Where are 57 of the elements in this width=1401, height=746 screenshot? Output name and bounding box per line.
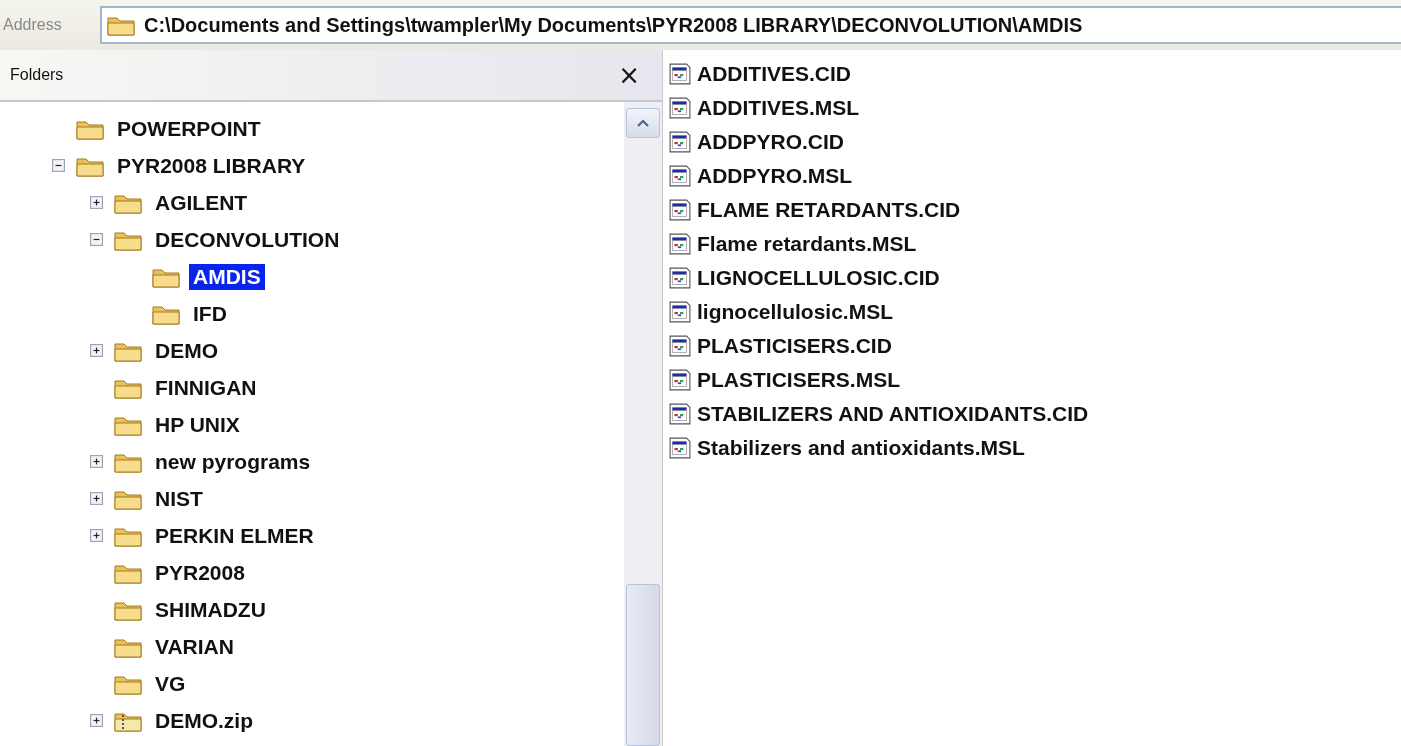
folder-item[interactable]: FINNIGAN bbox=[151, 374, 261, 401]
address-label: Address bbox=[2, 16, 63, 34]
chevron-up-icon bbox=[637, 119, 649, 127]
file-icon bbox=[669, 233, 691, 255]
expand-icon[interactable] bbox=[90, 714, 103, 727]
expand-icon[interactable] bbox=[90, 492, 103, 505]
file-icon bbox=[669, 335, 691, 357]
file-name[interactable]: lignocellulosic.MSL bbox=[697, 300, 894, 324]
collapse-icon[interactable] bbox=[90, 233, 103, 246]
file-name[interactable]: FLAME RETARDANTS.CID bbox=[697, 198, 961, 222]
file-icon bbox=[669, 267, 691, 289]
file-name[interactable]: LIGNOCELLULOSIC.CID bbox=[697, 266, 940, 290]
file-icon bbox=[669, 165, 691, 187]
folder-item[interactable]: PYR2008 LIBRARY bbox=[113, 152, 310, 179]
file-name[interactable]: STABILIZERS AND ANTIOXIDANTS.CID bbox=[697, 402, 1089, 426]
folder-item[interactable]: IFD bbox=[189, 300, 231, 327]
file-icon bbox=[669, 131, 691, 153]
folder-item[interactable]: DECONVOLUTION bbox=[151, 226, 344, 253]
folder-item[interactable]: HP UNIX bbox=[151, 411, 244, 438]
file-icon bbox=[669, 437, 691, 459]
file-name[interactable]: PLASTICISERS.CID bbox=[697, 334, 892, 358]
expand-icon[interactable] bbox=[90, 196, 103, 209]
file-icon bbox=[669, 301, 691, 323]
folder-item[interactable]: AGILENT bbox=[151, 189, 252, 216]
collapse-icon[interactable] bbox=[52, 159, 65, 172]
folder-item[interactable]: VARIAN bbox=[151, 633, 238, 660]
file-name[interactable]: ADDPYRO.CID bbox=[697, 130, 844, 154]
pane-title: Folders bbox=[10, 66, 64, 84]
close-button[interactable]: × bbox=[614, 60, 644, 90]
folder-item[interactable]: POWERPOINT bbox=[113, 115, 265, 142]
file-icon bbox=[669, 199, 691, 221]
expand-icon[interactable] bbox=[90, 344, 103, 357]
folder-item[interactable]: PERKIN ELMER bbox=[151, 522, 318, 549]
file-name[interactable]: ADDITIVES.MSL bbox=[697, 96, 860, 120]
folder-item[interactable]: DEMO.zip bbox=[151, 707, 257, 734]
file-name[interactable]: ADDPYRO.MSL bbox=[697, 164, 853, 188]
folder-item[interactable]: NIST bbox=[151, 485, 207, 512]
folder-item[interactable]: AMDIS bbox=[189, 263, 265, 290]
scrollbar[interactable] bbox=[624, 102, 662, 746]
file-name[interactable]: Stabilizers and antioxidants.MSL bbox=[697, 436, 1025, 460]
address-field[interactable]: C:\Documents and Settings\twampler\My Documents\PYR2008 LIBRARY\DECONVOLUTION\AMDIS bbox=[100, 6, 1401, 44]
folder-item[interactable]: PYR2008 bbox=[151, 559, 249, 586]
file-name[interactable]: Flame retardants.MSL bbox=[697, 232, 917, 256]
folder-item[interactable]: new pyrograms bbox=[151, 448, 315, 475]
folder-item[interactable]: SHIMADZU bbox=[151, 596, 270, 623]
scroll-up-button[interactable] bbox=[626, 108, 660, 138]
expand-icon[interactable] bbox=[90, 529, 103, 542]
folder-item[interactable]: VG bbox=[151, 670, 190, 697]
file-icon bbox=[669, 403, 691, 425]
file-name[interactable]: PLASTICISERS.MSL bbox=[697, 368, 901, 392]
folder-item[interactable]: DEMO bbox=[151, 337, 222, 364]
file-name[interactable]: ADDITIVES.CID bbox=[697, 62, 851, 86]
scroll-thumb[interactable] bbox=[626, 584, 660, 746]
file-icon bbox=[669, 97, 691, 119]
file-icon bbox=[669, 369, 691, 391]
expand-icon[interactable] bbox=[90, 455, 103, 468]
file-icon bbox=[669, 63, 691, 85]
